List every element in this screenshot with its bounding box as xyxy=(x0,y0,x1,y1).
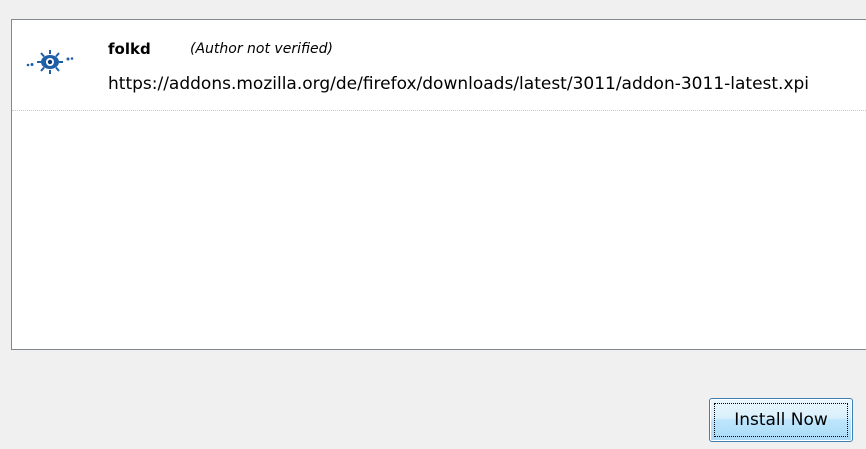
install-now-button[interactable]: Install Now xyxy=(709,398,853,442)
addon-list: folkd (Author not verified) https://addo… xyxy=(11,19,866,350)
author-verification-status: (Author not verified) xyxy=(190,41,333,57)
folkd-eye-icon xyxy=(26,48,74,76)
addon-name: folkd xyxy=(108,40,151,58)
install-addon-dialog: folkd (Author not verified) https://addo… xyxy=(0,0,866,449)
addon-list-item[interactable]: folkd (Author not verified) https://addo… xyxy=(12,20,866,111)
addon-source-url: https://addons.mozilla.org/de/firefox/do… xyxy=(108,74,810,94)
install-now-label: Install Now xyxy=(734,410,828,430)
